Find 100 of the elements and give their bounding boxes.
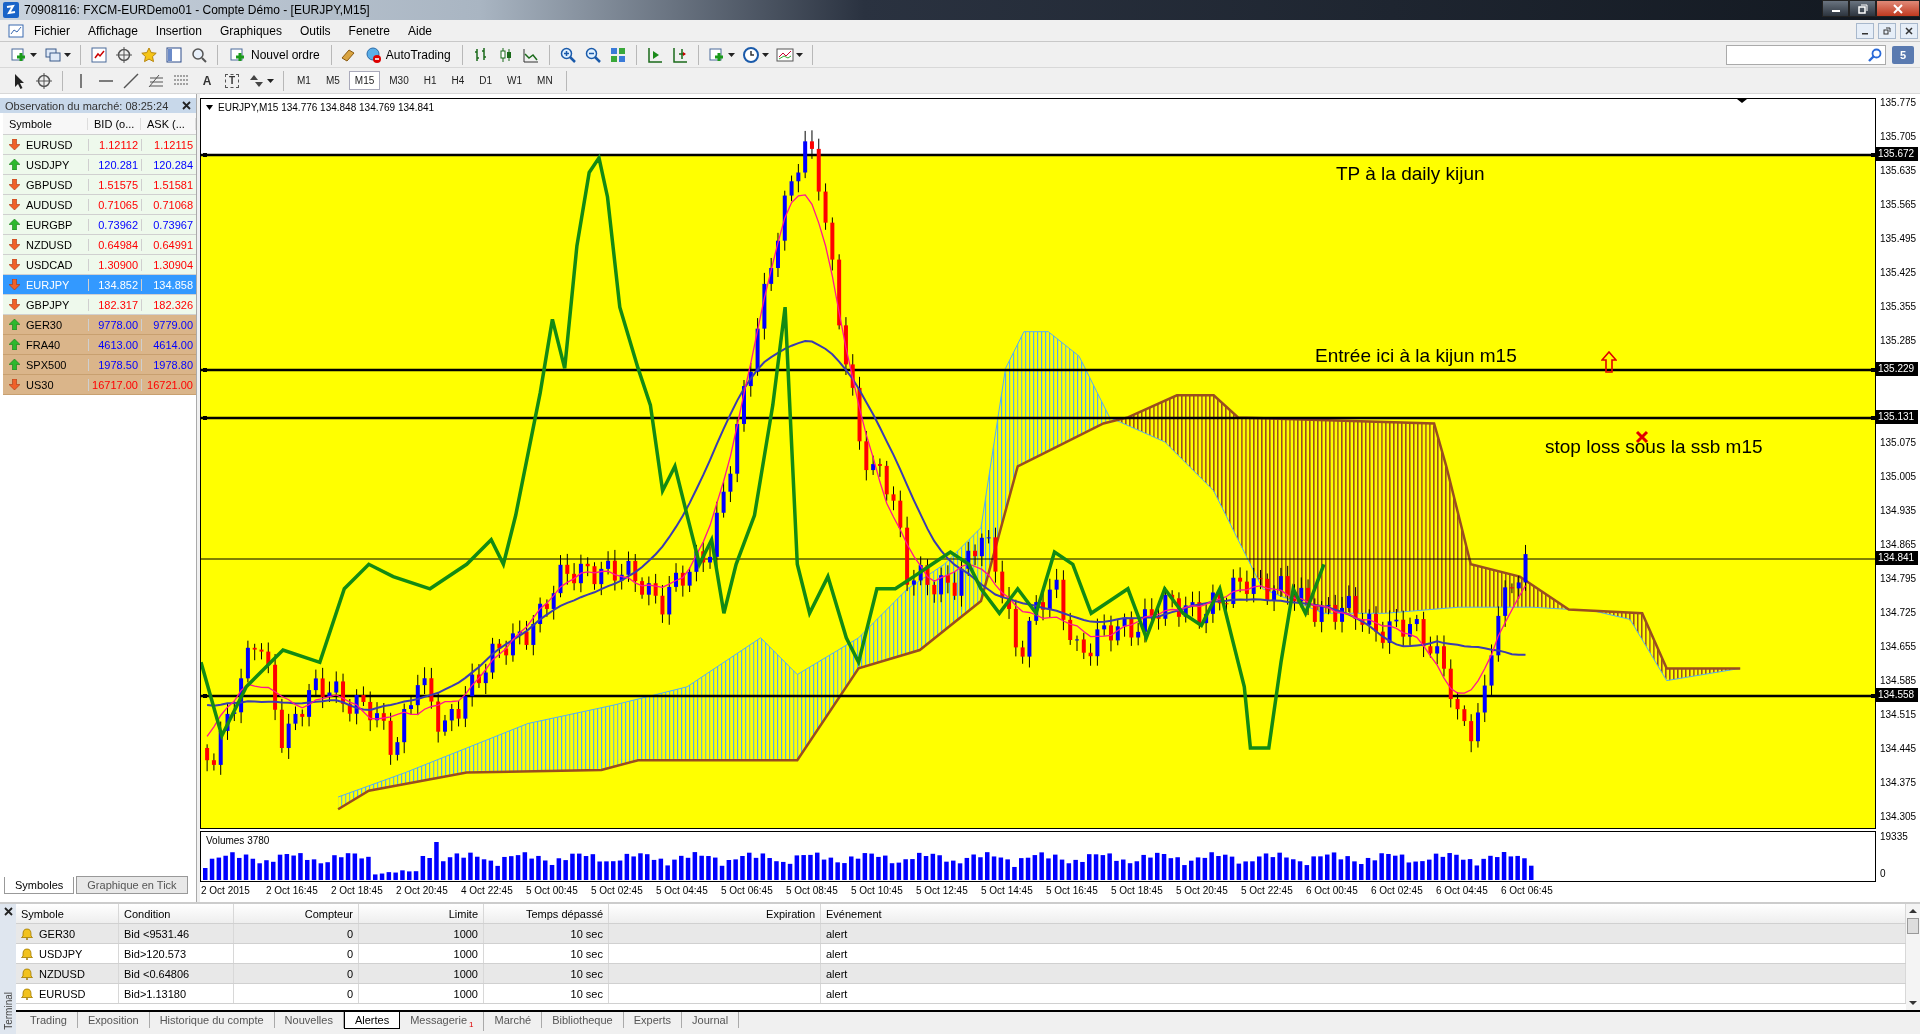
new-order-icon[interactable] [229, 45, 247, 64]
menu-item[interactable]: Aide [399, 21, 440, 40]
column-header[interactable]: Limite [359, 904, 484, 923]
column-header[interactable]: BID (o... [88, 117, 141, 130]
column-header[interactable]: Expiration [609, 904, 821, 923]
search-icon[interactable] [1868, 47, 1882, 62]
horizontal-line[interactable] [201, 694, 1875, 698]
timeframe-button[interactable]: H4 [445, 71, 471, 90]
panel-tab[interactable]: Alertes [343, 1012, 401, 1029]
label-tool-button[interactable]: T [225, 73, 239, 88]
market-watch-row[interactable]: USDJPY 120.281 120.284 [3, 155, 196, 175]
column-header[interactable]: ASK (... [141, 117, 196, 130]
clock-icon[interactable] [741, 45, 760, 64]
templates-icon[interactable] [775, 45, 794, 64]
menu-item[interactable]: Fenetre [340, 21, 398, 40]
dropdown-triangle-icon[interactable] [206, 105, 213, 110]
close-icon[interactable] [3, 907, 13, 916]
caret-icon[interactable] [795, 52, 803, 57]
column-header[interactable]: Symbole [3, 117, 88, 130]
column-header[interactable]: Compteur [234, 904, 359, 923]
horizontal-line[interactable] [201, 153, 1875, 157]
timeframe-button[interactable]: MN [531, 71, 559, 90]
profiles-icon[interactable] [44, 45, 62, 64]
panel-tab[interactable]: Marché [484, 1012, 543, 1028]
restore-button[interactable] [1849, 0, 1876, 17]
caret-icon[interactable] [64, 52, 71, 57]
close-button[interactable] [1876, 0, 1920, 17]
autoscroll-icon[interactable] [645, 45, 664, 64]
panel-tab[interactable]: Nouvelles [274, 1012, 344, 1028]
messages-button[interactable]: 5 [1892, 45, 1914, 64]
menu-item[interactable]: Graphiques [211, 21, 290, 40]
market-watch-row[interactable]: EURUSD 1.12112 1.12115 [3, 135, 196, 155]
panel-tab[interactable]: Trading [20, 1012, 78, 1028]
timeframe-button[interactable]: M15 [348, 71, 381, 90]
menu-item[interactable]: Insertion [147, 21, 210, 40]
market-watch-row[interactable]: FRA40 4613.00 4614.00 [3, 335, 196, 355]
market-watch-row[interactable]: SPX500 1978.50 1978.80 [3, 355, 196, 375]
horizontal-line[interactable] [201, 416, 1875, 420]
market-watch-row[interactable]: GBPJPY 182.317 182.326 [3, 295, 196, 315]
timeframe-button[interactable]: M1 [291, 71, 317, 90]
market-watch-row[interactable]: GBPUSD 1.51575 1.51581 [3, 175, 196, 195]
caret-icon[interactable] [30, 52, 37, 57]
timeframe-button[interactable]: M5 [319, 71, 346, 90]
panel-tab[interactable]: Journal [682, 1012, 740, 1028]
scrollbar[interactable] [1906, 904, 1920, 1010]
close-icon[interactable] [1905, 26, 1913, 35]
market-watch-row[interactable]: GER30 9778.00 9779.00 [3, 315, 196, 335]
new-chart-icon[interactable] [10, 45, 28, 64]
panel-tab[interactable]: Exposition [77, 1012, 150, 1028]
column-header[interactable]: Condition [119, 904, 234, 923]
search-field[interactable] [1726, 44, 1886, 65]
chart-annotation[interactable]: TP à la daily kijun [1336, 163, 1485, 185]
minimize-button[interactable] [1822, 0, 1849, 17]
scroll-down-icon[interactable] [1909, 1000, 1917, 1006]
panel-tab[interactable]: Bibliotheque [542, 1012, 624, 1028]
chart-annotation[interactable]: Entrée ici à la kijun m15 [1315, 345, 1517, 367]
horizontal-line[interactable] [201, 368, 1875, 372]
market-watch-row[interactable]: NZDUSD 0.64984 0.64991 [3, 235, 196, 255]
zoom-out-icon[interactable] [583, 45, 602, 64]
column-header[interactable]: Symbole [16, 904, 119, 923]
timeframe-button[interactable]: H1 [417, 71, 443, 90]
caret-icon[interactable] [267, 78, 274, 83]
cross-mark-icon[interactable] [1635, 430, 1649, 444]
panel-tab[interactable]: Messagerie $_{1}$ [400, 1012, 485, 1032]
close-button[interactable] [1900, 22, 1918, 39]
terminal-panel-icon[interactable] [165, 45, 183, 64]
menu-item[interactable]: Fichier [26, 21, 78, 40]
autotrading-icon[interactable] [363, 45, 382, 64]
scrollbar-thumb[interactable] [1907, 918, 1919, 934]
caret-icon[interactable] [761, 52, 769, 57]
scroll-up-icon[interactable] [1909, 908, 1917, 914]
tile-windows-icon[interactable] [608, 45, 627, 64]
close-icon[interactable] [182, 101, 191, 110]
chart-shift-marker-icon[interactable] [1737, 99, 1747, 103]
timeframe-button[interactable]: D1 [473, 71, 499, 90]
restore-icon[interactable] [1883, 26, 1891, 35]
new-order-button[interactable]: Nouvel ordre [225, 43, 324, 66]
timeframe-button[interactable]: W1 [501, 71, 529, 90]
indicators-icon[interactable] [707, 45, 726, 64]
crosshair-icon[interactable] [115, 45, 133, 64]
chart-window-icon[interactable] [8, 22, 24, 39]
bid-line[interactable] [201, 558, 1875, 560]
panel-tab[interactable]: Symboles [4, 877, 75, 894]
up-arrow-icon[interactable] [1601, 351, 1617, 373]
panel-tab[interactable]: Experts [623, 1012, 683, 1028]
text-tool-button[interactable]: A [198, 71, 216, 90]
caret-icon[interactable] [727, 52, 735, 57]
market-watch-row[interactable]: AUDUSD 0.71065 0.71068 [3, 195, 196, 215]
market-watch-icon[interactable] [90, 45, 108, 64]
restore-icon[interactable] [1857, 3, 1868, 14]
menu-item[interactable]: Outils [291, 21, 339, 40]
column-header[interactable]: Temps dépassé [484, 904, 609, 923]
panel-tab[interactable]: Graphique en Tick [76, 876, 188, 894]
zoom-in-icon[interactable] [558, 45, 577, 64]
menu-item[interactable]: Affichage [80, 21, 146, 40]
trend-line-icon[interactable] [122, 71, 140, 90]
market-watch-row[interactable]: EURGBP 0.73962 0.73967 [3, 215, 196, 235]
timeframe-button[interactable]: M30 [383, 71, 415, 90]
chart-shift-icon[interactable] [670, 45, 689, 64]
favorites-star-icon[interactable] [140, 45, 158, 64]
